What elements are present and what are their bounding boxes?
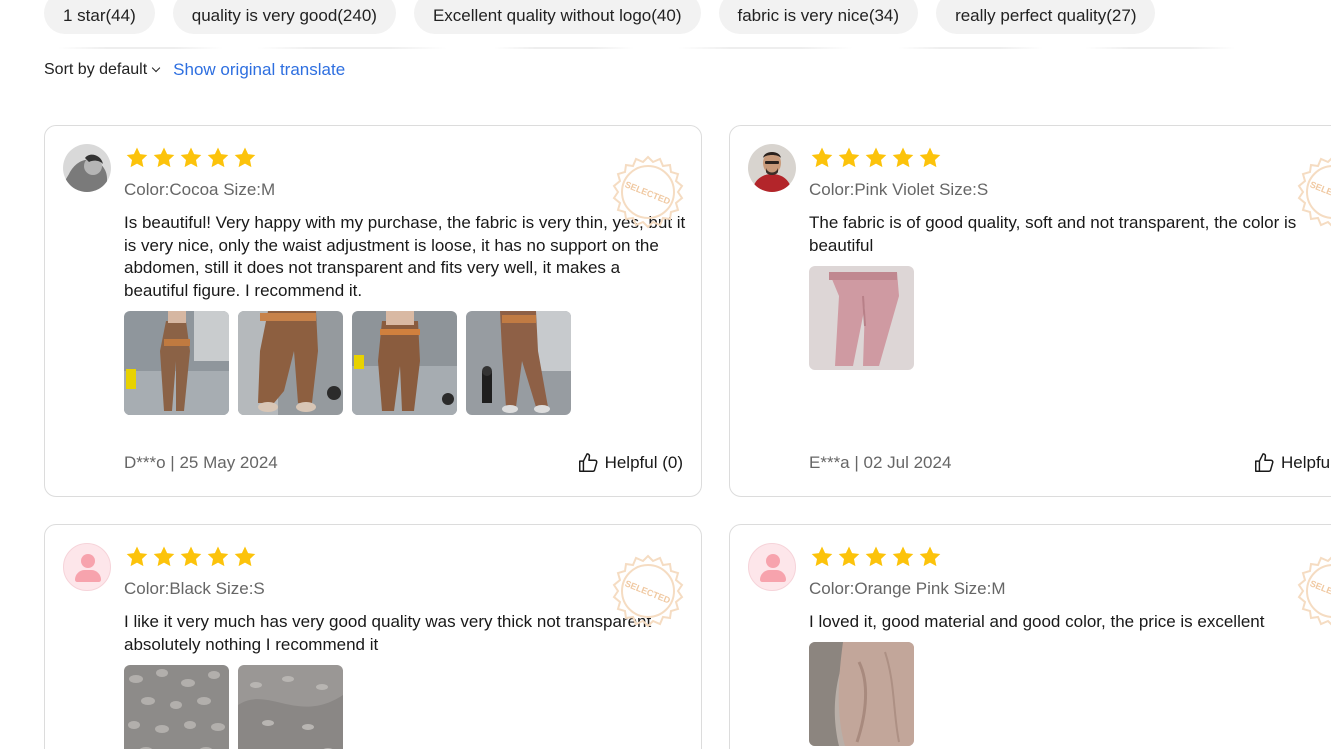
review-photo[interactable] [238,665,343,749]
review-photo[interactable] [124,665,229,749]
review-photo[interactable] [352,311,457,415]
star-icon [234,147,256,168]
star-icon [865,546,887,567]
star-icon [865,147,887,168]
star-icon [180,546,202,567]
sort-label: Sort by default [44,61,148,78]
filter-chip-fabric-very-nice[interactable]: fabric is very nice(34) [718,0,919,34]
star-icon [126,546,148,567]
review-photo[interactable] [809,642,914,746]
review-text: The fabric is of good quality, soft and … [809,213,1297,255]
review-photos [124,311,571,415]
helpful-button[interactable]: Helpful (0) [577,452,683,474]
review-card: Color:Orange Pink Size:M I loved it, goo… [729,524,1331,749]
star-icon [207,546,229,567]
star-icon [811,147,833,168]
star-rating [810,545,942,569]
star-icon [153,546,175,567]
filter-chip-excellent-quality[interactable]: Excellent quality without logo(40) [413,0,701,34]
review-card: Color:Black Size:S I like it very much h… [44,524,702,749]
avatar [63,543,111,591]
review-sku: Color:Cocoa Size:M [124,180,276,199]
chip-row-shadow [0,47,1331,49]
selected-badge-icon: SELECTED [1297,556,1331,626]
review-text: I like it very much has very good qualit… [124,612,652,654]
star-icon [126,147,148,168]
filter-chip-really-perfect[interactable]: really perfect quality(27) [936,0,1156,34]
review-sku: Color:Orange Pink Size:M [809,579,1006,598]
star-icon [153,147,175,168]
stamp-text: SELECTED [1308,578,1331,605]
sort-row: Sort by default Show original translate [44,59,345,81]
avatar [748,144,796,192]
star-icon [234,546,256,567]
stamp-text: SELECTED [1308,179,1331,206]
review-card: Color:Cocoa Size:M Is beautiful! Very ha… [44,125,702,497]
show-original-translate-link[interactable]: Show original translate [173,60,345,80]
star-icon [180,147,202,168]
review-sku: Color:Pink Violet Size:S [809,180,989,199]
review-photo[interactable] [124,311,229,415]
avatar [748,543,796,591]
star-icon [838,546,860,567]
sort-dropdown[interactable]: Sort by default [44,61,161,79]
helpful-label: Helpful (0) [1281,453,1331,472]
review-author-date: E***a | 02 Jul 2024 [809,453,952,472]
stamp-text: SELECTED [623,578,672,605]
star-icon [838,147,860,168]
selected-badge-icon: SELECTED [612,554,684,628]
review-photo[interactable] [238,311,343,415]
helpful-label: Helpful (0) [604,453,683,472]
avatar [63,144,111,192]
review-photos [809,266,914,370]
review-photos [124,665,343,749]
review-photo[interactable] [466,311,571,415]
review-photo[interactable] [809,266,914,370]
helpful-button[interactable]: Helpful (0) [1253,452,1331,474]
thumbs-up-icon [578,453,598,472]
star-rating [125,545,257,569]
star-icon [892,147,914,168]
star-icon [919,147,941,168]
chevron-down-icon [151,63,161,73]
thumbs-up-icon [1255,453,1274,472]
selected-badge-icon: SELECTED [612,155,684,229]
filter-chip-row: 1 star(44) quality is very good(240) Exc… [44,0,1156,34]
review-card: Color:Pink Violet Size:S The fabric is o… [729,125,1331,497]
star-icon [207,147,229,168]
star-icon [919,546,941,567]
selected-badge-icon: SELECTED [1297,157,1331,227]
review-text: Is beautiful! Very happy with my purchas… [124,213,686,300]
review-sku: Color:Black Size:S [124,579,265,598]
review-author-date: D***o | 25 May 2024 [124,453,278,472]
review-photos [809,642,914,746]
star-icon [892,546,914,567]
star-icon [811,546,833,567]
review-text: I loved it, good material and good color… [809,612,1265,631]
stamp-text: SELECTED [623,179,672,206]
star-rating [810,146,942,170]
filter-chip-1-star[interactable]: 1 star(44) [44,0,155,34]
star-rating [125,146,257,170]
filter-chip-quality-very-good[interactable]: quality is very good(240) [172,0,396,34]
